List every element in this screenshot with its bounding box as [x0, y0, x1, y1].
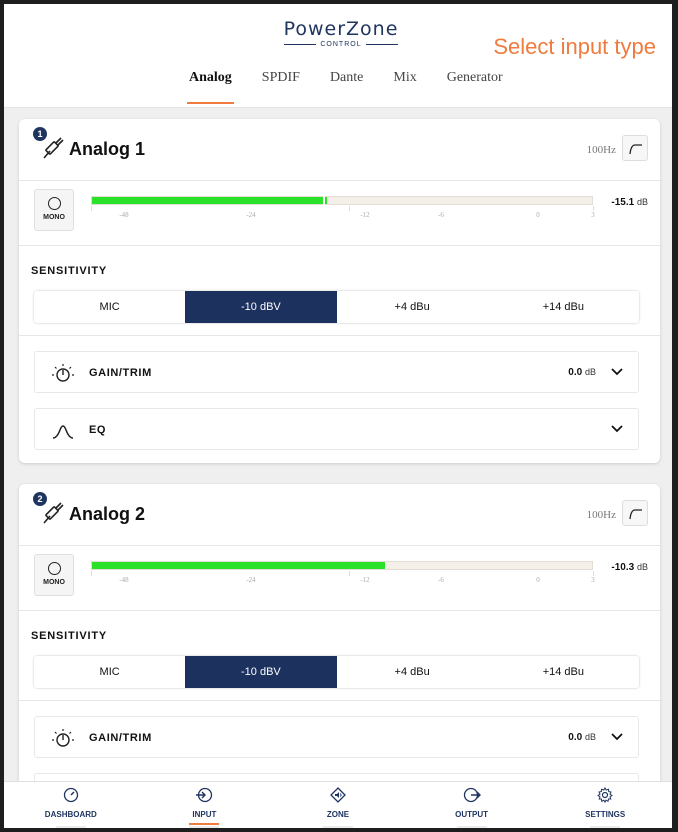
mono-circle-icon	[47, 197, 61, 210]
level-meter-row: MONO -48 -24 -12 -6 0 3 -15.1 dB	[19, 181, 660, 246]
cable-icon	[43, 502, 64, 524]
bottom-nav: DASHBOARD INPUT ZONE OUTPUT SETTINGS	[4, 781, 672, 828]
chevron-down-icon[interactable]	[610, 731, 624, 743]
sensitivity-option-plus14dbu[interactable]: +14 dBu	[487, 656, 639, 688]
tab-analog[interactable]: Analog	[174, 68, 247, 104]
mono-button[interactable]: MONO	[34, 189, 74, 231]
hpf-frequency: 100Hz	[586, 144, 616, 156]
sensitivity-selector: MIC -10 dBV +4 dBu +14 dBu	[34, 291, 639, 323]
cable-icon	[43, 137, 64, 159]
gain-knob-icon	[52, 729, 74, 747]
meter-scale-label: -12	[360, 576, 370, 584]
hpf-button[interactable]	[622, 500, 648, 526]
sensitivity-label: SENSITIVITY	[31, 630, 108, 642]
tab-dante[interactable]: Dante	[315, 68, 378, 104]
meter-scale-label: -48	[119, 576, 129, 584]
channel-card-1: 1 Analog 1 100Hz MONO -48 -24 -12 -6 0 3…	[19, 119, 660, 463]
output-icon	[463, 787, 481, 803]
gear-icon	[597, 787, 614, 803]
gain-value: 0.0 dB	[568, 732, 596, 743]
meter-scale-label: 0	[536, 576, 540, 584]
level-meter-row: MONO -48 -24 -12 -6 0 3 -10.3 dB	[19, 546, 660, 611]
peak-marker	[323, 196, 325, 205]
input-icon	[196, 787, 213, 803]
header: PowerZone CONTROL Select input type Anal…	[4, 4, 672, 108]
input-type-tabs: Analog SPDIF Dante Mix Generator	[174, 68, 518, 104]
logo-subtitle: CONTROL	[320, 41, 362, 48]
level-meter	[91, 561, 593, 570]
gauge-icon	[63, 787, 78, 803]
meter-scale-label: -24	[246, 576, 256, 584]
eq-panel[interactable]	[34, 773, 639, 781]
gain-value: 0.0 dB	[568, 367, 596, 378]
gain-trim-panel[interactable]: GAIN/TRIM 0.0 dB	[34, 351, 639, 393]
nav-settings[interactable]: SETTINGS	[538, 782, 672, 828]
meter-scale-label: 3	[591, 576, 595, 584]
sensitivity-option-minus10dbv[interactable]: -10 dBV	[185, 656, 337, 688]
nav-zone[interactable]: ZONE	[271, 782, 405, 828]
chevron-down-icon[interactable]	[610, 423, 624, 435]
mono-button[interactable]: MONO	[34, 554, 74, 596]
app-frame: PowerZone CONTROL Select input type Anal…	[4, 4, 672, 828]
meter-scale-label: -6	[438, 576, 444, 584]
nav-input[interactable]: INPUT	[138, 782, 272, 828]
level-readout: -15.1 dB	[611, 197, 648, 208]
nav-output[interactable]: OUTPUT	[405, 782, 539, 828]
meter-scale-label: -6	[438, 211, 444, 219]
hpf-frequency: 100Hz	[586, 509, 616, 521]
page-hint: Select input type	[493, 34, 656, 59]
meter-scale-label: -24	[246, 211, 256, 219]
meter-scale-label: -48	[119, 211, 129, 219]
gain-knob-icon	[52, 364, 74, 382]
sensitivity-option-mic[interactable]: MIC	[34, 656, 186, 688]
logo: PowerZone CONTROL	[278, 18, 404, 48]
hpf-button[interactable]	[622, 135, 648, 161]
level-readout: -10.3 dB	[611, 562, 648, 573]
sensitivity-label: SENSITIVITY	[31, 265, 108, 277]
meter-scale-label: 0	[536, 211, 540, 219]
level-meter-fill	[92, 562, 385, 569]
highpass-filter-icon	[629, 144, 642, 155]
channel-title: Analog 1	[69, 139, 146, 159]
channel-list[interactable]: 1 Analog 1 100Hz MONO -48 -24 -12 -6 0 3…	[4, 109, 672, 781]
sensitivity-option-minus10dbv[interactable]: -10 dBV	[185, 291, 337, 323]
level-meter-fill	[92, 197, 327, 204]
tab-mix[interactable]: Mix	[378, 68, 431, 104]
highpass-filter-icon	[629, 509, 642, 520]
meter-scale-label: -12	[360, 211, 370, 219]
tab-generator[interactable]: Generator	[432, 68, 518, 104]
sensitivity-option-plus4dbu[interactable]: +4 dBu	[336, 656, 488, 688]
tab-spdif[interactable]: SPDIF	[247, 68, 315, 104]
sensitivity-option-mic[interactable]: MIC	[34, 291, 186, 323]
sensitivity-option-plus4dbu[interactable]: +4 dBu	[336, 291, 488, 323]
sensitivity-option-plus14dbu[interactable]: +14 dBu	[487, 291, 639, 323]
meter-scale-label: 3	[591, 211, 595, 219]
eq-panel[interactable]: EQ	[34, 408, 639, 450]
chevron-down-icon[interactable]	[610, 366, 624, 378]
eq-curve-icon	[52, 425, 74, 439]
mono-circle-icon	[47, 562, 61, 575]
speaker-icon	[330, 787, 346, 803]
level-meter	[91, 196, 593, 205]
gain-trim-panel[interactable]: GAIN/TRIM 0.0 dB	[34, 716, 639, 758]
channel-card-2: 2 Analog 2 100Hz MONO -48 -24 -12 -6 0 3…	[19, 484, 660, 781]
nav-dashboard[interactable]: DASHBOARD	[4, 782, 138, 828]
logo-title: PowerZone	[283, 18, 399, 40]
channel-title: Analog 2	[69, 504, 146, 524]
sensitivity-selector: MIC -10 dBV +4 dBu +14 dBu	[34, 656, 639, 688]
